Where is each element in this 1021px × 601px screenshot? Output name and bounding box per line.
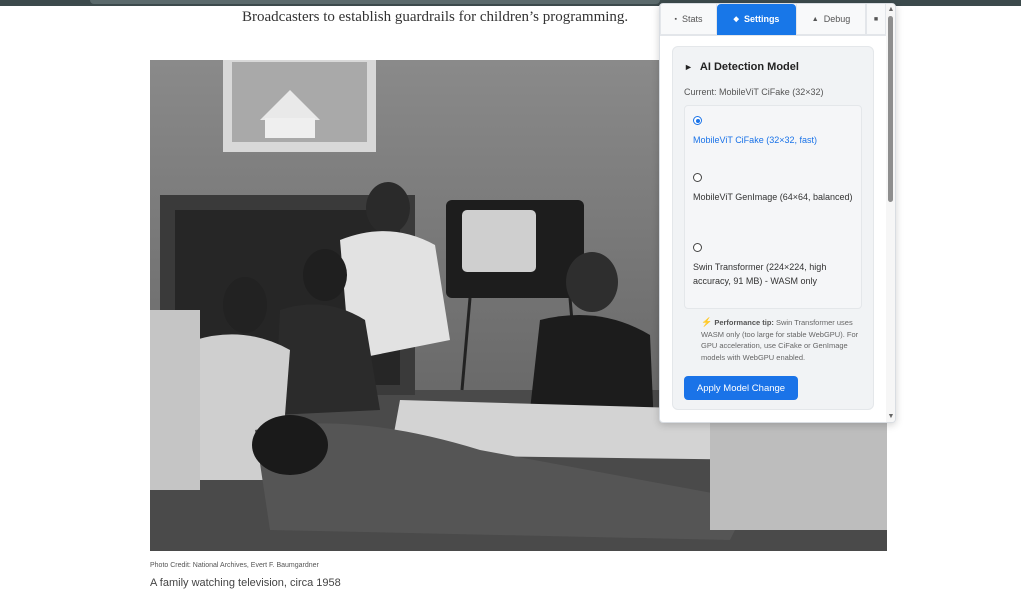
tab-stats-label: Stats [681, 14, 703, 24]
tab-more[interactable]: ■ [866, 4, 886, 35]
scroll-up-arrow-icon[interactable]: ▲ [886, 5, 895, 15]
photo-credit: Photo Credit: National Archives, Evert F… [150, 562, 319, 569]
radio-genimage[interactable] [693, 173, 702, 182]
model-settings-card: ► AI Detection Model Current: MobileViT … [672, 46, 874, 410]
current-model-text: Current: MobileViT CiFake (32×32) [684, 87, 824, 97]
model-option-label: MobileViT CiFake (32×32, fast) [693, 135, 817, 145]
tab-debug[interactable]: ▲ Debug [796, 4, 866, 35]
model-option-cifake[interactable]: MobileViT CiFake (32×32, fast) [693, 116, 857, 147]
lightning-icon: ⚡ [701, 317, 713, 327]
ai-detector-panel: ▪ Stats ◆ Settings ▲ Debug ■ ▲ ▼ ► AI De… [659, 3, 896, 423]
tab-stats[interactable]: ▪ Stats [660, 4, 717, 35]
radio-cifake[interactable] [693, 116, 702, 125]
model-option-genimage[interactable]: MobileViT GenImage (64×64, balanced) [693, 173, 857, 204]
tab-settings[interactable]: ◆ Settings [717, 4, 796, 35]
section-title-text: AI Detection Model [699, 61, 799, 73]
tip-title: Performance tip: [714, 318, 774, 327]
diamond-icon: ◆ [733, 16, 739, 23]
panel-tabs: ▪ Stats ◆ Settings ▲ Debug ■ [660, 4, 886, 36]
model-option-swin[interactable]: Swin Transformer (224×224, high accuracy… [693, 243, 857, 288]
square-icon: ▪ [674, 15, 677, 23]
performance-tip: ⚡ Performance tip: Swin Transformer uses… [701, 317, 863, 363]
tab-settings-label: Settings [743, 14, 780, 24]
square-icon: ■ [873, 15, 879, 23]
section-title: ► AI Detection Model [684, 61, 799, 73]
model-option-label: MobileViT GenImage (64×64, balanced) [693, 192, 853, 202]
play-triangle-icon: ► [684, 62, 693, 72]
scroll-down-arrow-icon[interactable]: ▼ [886, 412, 895, 422]
model-options-list: MobileViT CiFake (32×32, fast) MobileViT… [684, 105, 862, 309]
tab-debug-label: Debug [823, 14, 851, 24]
triangle-icon: ▲ [811, 15, 819, 23]
page-header-bar [90, 0, 660, 4]
model-option-label: Swin Transformer (224×224, high accuracy… [693, 262, 827, 286]
apply-model-change-button[interactable]: Apply Model Change [684, 376, 798, 400]
scrollbar-thumb[interactable] [888, 16, 893, 202]
article-lead-text: Broadcasters to establish guardrails for… [242, 9, 629, 25]
radio-swin[interactable] [693, 243, 702, 252]
photo-caption: A family watching television, circa 1958 [150, 577, 341, 589]
